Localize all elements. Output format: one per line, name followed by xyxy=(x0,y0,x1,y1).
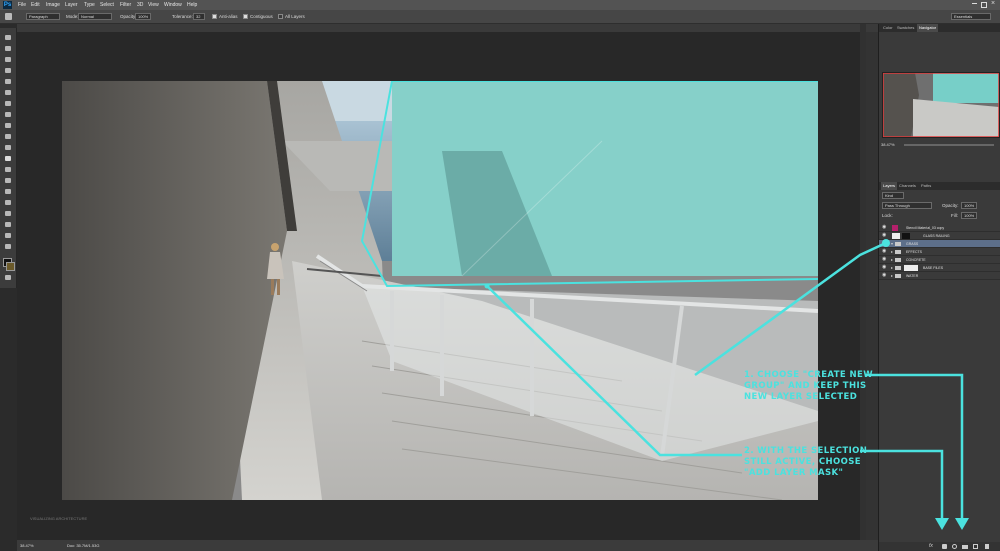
callout-step2: 2. WITH THE SELECTION STILL ACTIVE, CHOO… xyxy=(744,446,867,479)
callout-line: NEW LAYER SELECTED xyxy=(744,392,858,402)
callout-line: 1. CHOOSE "CREATE NEW xyxy=(744,370,873,380)
pointer-line-2 xyxy=(486,285,742,457)
callout-line: "ADD LAYER MASK" xyxy=(744,468,844,478)
callout-step1: 1. CHOOSE "CREATE NEW GROUP" AND KEEP TH… xyxy=(744,370,873,403)
arrow-head-icon xyxy=(955,518,969,530)
connector-step2 xyxy=(860,449,944,520)
callout-line: 2. WITH THE SELECTION xyxy=(744,446,868,456)
pointer-dot xyxy=(882,239,890,247)
arrow-head-icon xyxy=(935,518,949,530)
connector-step1 xyxy=(865,373,964,520)
pointer-line-1 xyxy=(694,240,889,377)
callout-line: STILL ACTIVE, CHOOSE xyxy=(744,457,861,467)
callout-line: GROUP" AND KEEP THIS xyxy=(744,381,867,391)
